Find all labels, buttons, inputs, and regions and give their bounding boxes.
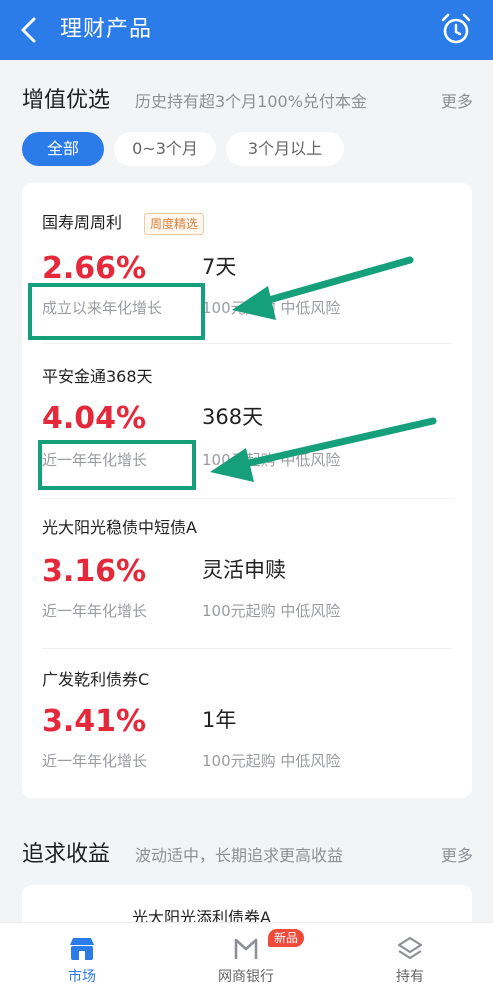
section-title-pursue-returns: 追求收益 xyxy=(22,842,111,867)
tab-label: 市场 xyxy=(68,969,96,985)
tab-holdings[interactable]: 持有 xyxy=(328,923,492,1000)
arrow-icon xyxy=(210,417,437,482)
mybank-logo-icon xyxy=(234,938,258,959)
arrow-icon xyxy=(232,256,414,320)
tab-market[interactable]: 市场 xyxy=(0,923,164,1000)
storefront-icon xyxy=(70,938,94,960)
tab-label: 持有 xyxy=(396,969,424,985)
bottom-tab-bar: 市场 网商银行 持有 xyxy=(0,922,493,1000)
section-subtitle: 波动适中，长期追求更高收益 xyxy=(135,846,344,865)
layers-icon xyxy=(397,936,423,960)
more-link-pursue-returns[interactable]: 更多 xyxy=(441,841,473,871)
new-product-badge: 新品 xyxy=(268,929,305,947)
tab-label: 网商银行 xyxy=(218,969,274,985)
